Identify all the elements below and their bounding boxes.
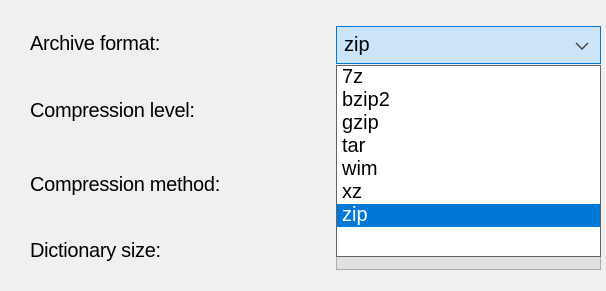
dictionary-size-label: Dictionary size: bbox=[30, 240, 161, 262]
option-zip[interactable]: zip bbox=[337, 204, 600, 227]
option-7z[interactable]: 7z bbox=[337, 66, 600, 89]
archive-format-select[interactable]: zip bbox=[336, 26, 601, 64]
option-tar[interactable]: tar bbox=[337, 135, 600, 158]
chevron-down-icon[interactable] bbox=[574, 34, 590, 56]
archive-format-label: Archive format: bbox=[30, 33, 160, 55]
option-bzip2[interactable]: bzip2 bbox=[337, 89, 600, 112]
compression-level-label: Compression level: bbox=[30, 100, 195, 122]
archive-format-dropdown-list[interactable]: 7z bzip2 gzip tar wim xz zip bbox=[336, 65, 601, 257]
compression-method-label: Compression method: bbox=[30, 174, 220, 196]
archive-format-value: zip bbox=[344, 34, 370, 56]
option-gzip[interactable]: gzip bbox=[337, 112, 600, 135]
option-xz[interactable]: xz bbox=[337, 181, 600, 204]
option-wim[interactable]: wim bbox=[337, 158, 600, 181]
